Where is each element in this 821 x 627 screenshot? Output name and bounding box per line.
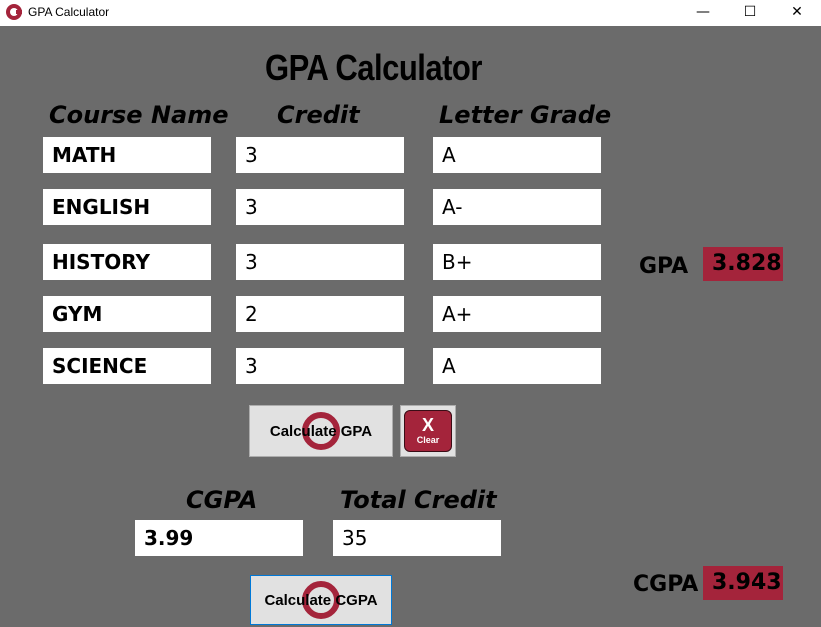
gpa-value: 3.828 (703, 247, 783, 281)
title-bar: GPA Calculator — ☐ ✕ (0, 0, 821, 26)
minimize-button[interactable]: — (680, 0, 726, 26)
cgpa-result-label: CGPA (633, 572, 699, 597)
page-title: GPA Calculator (265, 47, 482, 89)
course-name-input[interactable]: HISTORY (43, 244, 211, 280)
grade-input[interactable]: A+ (433, 296, 601, 332)
calculate-cgpa-button[interactable]: Calculate CGPA (250, 575, 392, 625)
gpa-label: GPA (639, 254, 689, 279)
cgpa-result-value: 3.943 (703, 566, 783, 600)
course-name-header: Course Name (49, 101, 229, 129)
clear-x-glyph: X (421, 415, 434, 435)
credit-input[interactable]: 3 (236, 348, 404, 384)
total-credit-input[interactable]: 35 (333, 520, 501, 556)
credit-input[interactable]: 2 (236, 296, 404, 332)
course-name-input[interactable]: GYM (43, 296, 211, 332)
clear-button[interactable]: X Clear (400, 405, 456, 457)
close-button[interactable]: ✕ (774, 0, 820, 26)
clear-icon: X Clear (404, 410, 452, 452)
calculate-gpa-button[interactable]: Calculate GPA (249, 405, 393, 457)
calculate-cgpa-label: Calculate CGPA (264, 591, 378, 609)
credit-header: Credit (277, 101, 360, 129)
credit-input[interactable]: 3 (236, 244, 404, 280)
clear-label: Clear (416, 435, 440, 445)
course-name-input[interactable]: MATH (43, 137, 211, 173)
cgpa-input[interactable]: 3.99 (135, 520, 303, 556)
letter-grade-header: Letter Grade (439, 101, 612, 129)
credit-input[interactable]: 3 (236, 137, 404, 173)
grade-input[interactable]: A (433, 348, 601, 384)
grade-input[interactable]: A (433, 137, 601, 173)
window-title: GPA Calculator (28, 5, 110, 19)
grade-input[interactable]: A- (433, 189, 601, 225)
total-credit-header: Total Credit (340, 486, 497, 514)
cgpa-header: CGPA (186, 486, 258, 514)
course-name-input[interactable]: ENGLISH (43, 189, 211, 225)
grade-input[interactable]: B+ (433, 244, 601, 280)
app-logo-icon (6, 4, 22, 20)
maximize-button[interactable]: ☐ (727, 0, 773, 26)
calculate-gpa-label: Calculate GPA (269, 422, 373, 440)
credit-input[interactable]: 3 (236, 189, 404, 225)
course-name-input[interactable]: SCIENCE (43, 348, 211, 384)
